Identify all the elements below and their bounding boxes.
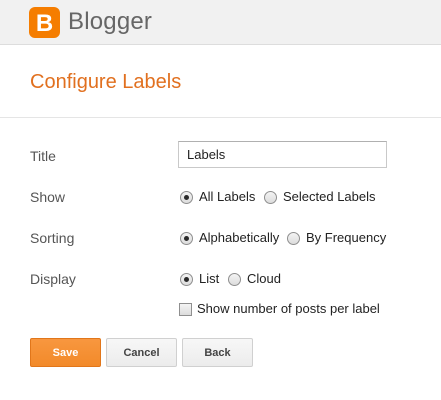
show-all-labels-option[interactable]: All Labels (180, 189, 255, 205)
sort-alphabetically-radio[interactable] (180, 231, 193, 245)
blogger-logo-icon: B (29, 7, 60, 38)
display-list-text: List (199, 271, 220, 286)
show-all-labels-radio[interactable] (180, 190, 193, 204)
show-selected-labels-option[interactable]: Selected Labels (264, 189, 376, 205)
show-label: Show (30, 189, 66, 205)
show-post-count-text: Show number of posts per label (197, 301, 380, 316)
title-divider (0, 117, 441, 118)
sort-alphabetically-option[interactable]: Alphabetically (180, 230, 279, 246)
display-cloud-radio[interactable] (228, 272, 241, 286)
display-cloud-text: Cloud (247, 271, 281, 286)
sort-alphabetically-text: Alphabetically (199, 230, 280, 245)
cancel-button[interactable]: Cancel (106, 338, 177, 367)
show-selected-labels-radio[interactable] (264, 190, 277, 204)
display-list-radio[interactable] (180, 272, 193, 286)
show-all-labels-text: All Labels (199, 189, 256, 204)
display-label: Display (30, 271, 76, 287)
sort-by-frequency-text: By Frequency (306, 230, 387, 245)
page-title: Configure Labels (30, 71, 182, 93)
back-button[interactable]: Back (182, 338, 253, 367)
display-list-option[interactable]: List (180, 271, 219, 287)
display-cloud-option[interactable]: Cloud (228, 271, 281, 287)
show-post-count-checkbox[interactable] (179, 302, 192, 316)
sort-by-frequency-option[interactable]: By Frequency (287, 230, 386, 246)
sort-by-frequency-radio[interactable] (287, 231, 300, 245)
title-label: Title (30, 148, 56, 164)
title-input[interactable] (178, 141, 387, 168)
show-selected-labels-text: Selected Labels (283, 189, 376, 204)
sorting-label: Sorting (30, 230, 75, 246)
save-button[interactable]: Save (30, 338, 101, 367)
brand-name: Blogger (68, 8, 153, 35)
app-header: B Blogger (0, 0, 441, 45)
show-post-count-option[interactable]: Show number of posts per label (179, 301, 380, 317)
logo-letter: B (36, 10, 53, 37)
